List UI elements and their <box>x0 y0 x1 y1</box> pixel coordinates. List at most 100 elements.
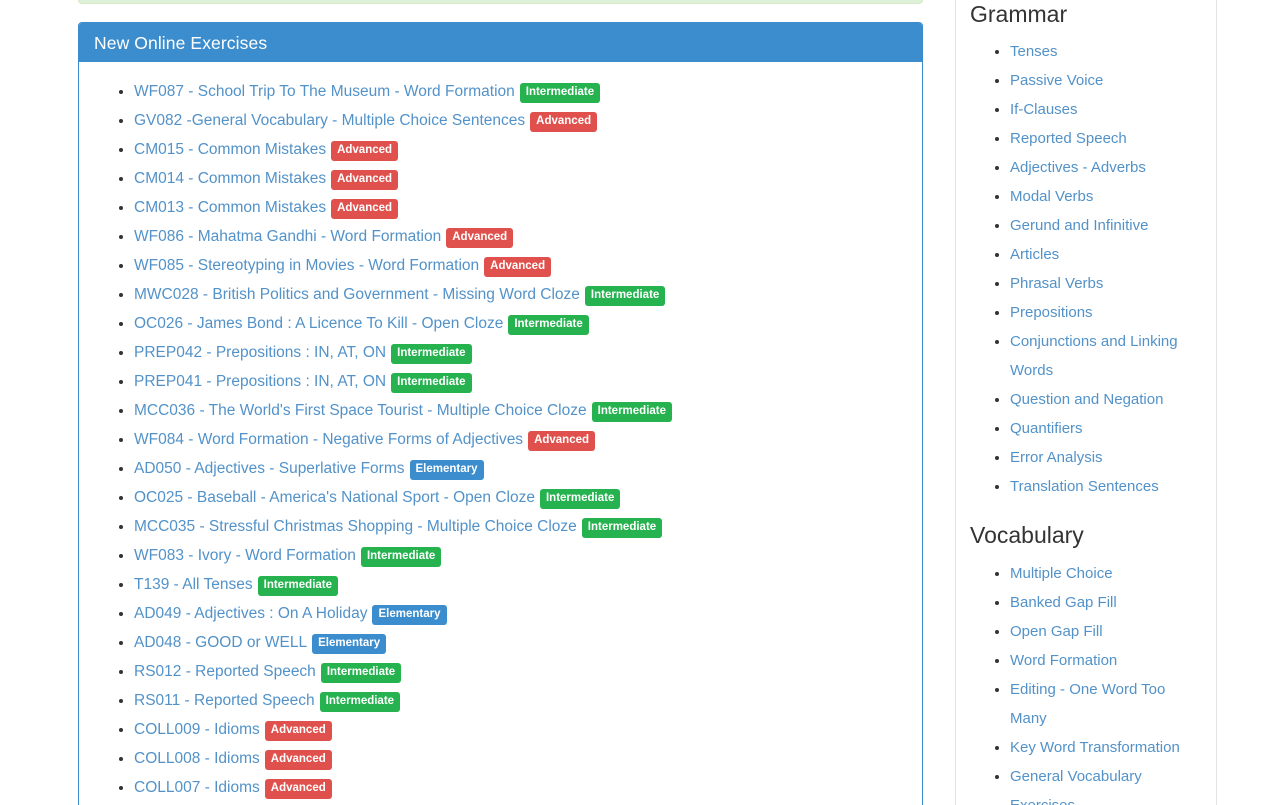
exercise-link[interactable]: GV082 -General Vocabulary - Multiple Cho… <box>134 112 525 129</box>
vocabulary-item-link[interactable]: Open Gap Fill <box>1010 623 1103 640</box>
list-item: Question and Negation <box>1010 385 1202 414</box>
exercise-link[interactable]: PREP041 - Prepositions : IN, AT, ON <box>134 373 386 390</box>
list-item: CM015 - Common Mistakes Advanced <box>134 135 907 164</box>
grammar-item-link[interactable]: Articles <box>1010 246 1059 263</box>
grammar-item-link[interactable]: If-Clauses <box>1010 101 1078 118</box>
exercise-link[interactable]: COLL008 - Idioms <box>134 750 260 767</box>
grammar-item-link[interactable]: Reported Speech <box>1010 130 1127 147</box>
list-item: General Vocabulary Exercises <box>1010 762 1202 805</box>
list-item: Conjunctions and Linking Words <box>1010 327 1202 385</box>
categories-panel-body: Grammar TensesPassive VoiceIf-ClausesRep… <box>956 0 1216 805</box>
vocabulary-item-link[interactable]: Editing - One Word Too Many <box>1010 681 1165 727</box>
grammar-item-link[interactable]: Prepositions <box>1010 304 1093 321</box>
level-badge: Intermediate <box>320 692 400 712</box>
list-item: AD049 - Adjectives : On A HolidayElement… <box>134 599 907 628</box>
exercise-link[interactable]: RS011 - Reported Speech <box>134 692 315 709</box>
grammar-item-link[interactable]: Phrasal Verbs <box>1010 275 1103 292</box>
grammar-item-link[interactable]: Passive Voice <box>1010 72 1103 89</box>
grammar-item-link[interactable]: Error Analysis <box>1010 449 1103 466</box>
list-item: GV082 -General Vocabulary - Multiple Cho… <box>134 106 907 135</box>
level-badge: Intermediate <box>540 489 620 509</box>
list-item: Multiple Choice <box>1010 559 1202 588</box>
level-badge: Advanced <box>331 199 398 219</box>
vocabulary-item-link[interactable]: Multiple Choice <box>1010 565 1113 582</box>
exercise-link[interactable]: WF086 - Mahatma Gandhi - Word Formation <box>134 228 441 245</box>
level-badge: Intermediate <box>321 663 401 683</box>
list-item: PREP041 - Prepositions : IN, AT, ON Inter… <box>134 367 907 396</box>
list-item: AD050 - Adjectives - Superlative FormsEl… <box>134 454 907 483</box>
list-item: AD048 - GOOD or WELLElementary <box>134 628 907 657</box>
list-item: RS011 - Reported Speech Intermediate <box>134 686 907 715</box>
vocabulary-heading: Vocabulary <box>970 523 1202 548</box>
exercise-link[interactable]: CM013 - Common Mistakes <box>134 199 326 216</box>
list-item: Tenses <box>1010 37 1202 66</box>
page-root: New Online Exercises WF087 - School Trip… <box>0 0 1268 805</box>
grammar-item-link[interactable]: Adjectives - Adverbs <box>1010 159 1146 176</box>
list-item: CM014 - Common MistakesAdvanced <box>134 164 907 193</box>
grammar-list: Tenses Passive Voice If-Clauses Reported Sp… <box>970 37 1202 501</box>
list-item: MWC028 - British Politics and Government… <box>134 280 907 309</box>
grammar-item-link[interactable]: Modal Verbs <box>1010 188 1093 205</box>
exercise-link[interactable]: COLL009 - Idioms <box>134 721 260 738</box>
exercise-link[interactable]: RS012 - Reported Speech <box>134 663 316 680</box>
exercise-link[interactable]: MCC035 - Stressful Christmas Shopping - … <box>134 518 577 535</box>
level-badge: Intermediate <box>520 83 600 103</box>
level-badge: Intermediate <box>592 402 672 422</box>
grammar-item-link[interactable]: Question and Negation <box>1010 391 1163 408</box>
grammar-item-link[interactable]: Quantifiers <box>1010 420 1083 437</box>
exercise-link[interactable]: AD049 - Adjectives : On A Holiday <box>134 605 367 622</box>
list-item: RS012 - Reported Speech Intermediate <box>134 657 907 686</box>
level-badge: Advanced <box>265 779 332 799</box>
list-item: Open Gap Fill <box>1010 617 1202 646</box>
level-badge: Intermediate <box>258 576 338 596</box>
exercise-link[interactable]: T139 - All Tenses <box>134 576 253 593</box>
exercise-link[interactable]: WF084 - Word Formation - Negative Forms … <box>134 431 523 448</box>
list-item: Word Formation <box>1010 646 1202 675</box>
exercise-link[interactable]: OC026 - James Bond : A Licence To Kill -… <box>134 315 503 332</box>
level-badge: Intermediate <box>391 373 471 393</box>
exercise-link[interactable]: WF087 - School Trip To The Museum - Word… <box>134 83 515 100</box>
list-item: CM013 - Common Mistakes Advanced <box>134 193 907 222</box>
list-item: WF087 - School Trip To The Museum - Word… <box>134 77 907 106</box>
exercise-link[interactable]: AD050 - Adjectives - Superlative Forms <box>134 460 405 477</box>
grammar-item-link[interactable]: Gerund and Infinitive <box>1010 217 1148 234</box>
list-item: OC026 - James Bond : A Licence To Kill -… <box>134 309 907 338</box>
exercise-link[interactable]: WF085 - Stereotyping in Movies - Word Fo… <box>134 257 479 274</box>
list-item: COLL008 - IdiomsAdvanced <box>134 744 907 773</box>
vocabulary-item-link[interactable]: Word Formation <box>1010 652 1117 669</box>
grammar-item-link[interactable]: Conjunctions and Linking Words <box>1010 333 1178 379</box>
list-item: Adjectives - Adverbs <box>1010 153 1202 182</box>
exercise-link[interactable]: WF083 - Ivory - Word Formation <box>134 547 356 564</box>
list-item: Prepositions <box>1010 298 1202 327</box>
grammar-item-link[interactable]: Tenses <box>1010 43 1058 60</box>
list-item: Quantifiers <box>1010 414 1202 443</box>
exercise-link[interactable]: CM015 - Common Mistakes <box>134 141 326 158</box>
level-badge: Advanced <box>331 141 398 161</box>
exercise-link[interactable]: AD048 - GOOD or WELL <box>134 634 307 651</box>
list-item: PREP042 - Prepositions : IN, AT, ON Inter… <box>134 338 907 367</box>
list-item: COLL009 - Idioms Advanced <box>134 715 907 744</box>
vocabulary-item-link[interactable]: Banked Gap Fill <box>1010 594 1117 611</box>
exercise-link[interactable]: PREP042 - Prepositions : IN, AT, ON <box>134 344 386 361</box>
panel-body: WF087 - School Trip To The Museum - Word… <box>79 62 922 805</box>
vocabulary-item-link[interactable]: Key Word Transformation <box>1010 739 1180 756</box>
level-badge: Advanced <box>484 257 551 277</box>
vocabulary-item-link[interactable]: General Vocabulary Exercises <box>1010 768 1142 805</box>
categories-panel: Grammar TensesPassive VoiceIf-ClausesRep… <box>955 0 1217 805</box>
list-item: MCC036 - The World's First Space Tourist… <box>134 396 907 425</box>
level-badge: Intermediate <box>391 344 471 364</box>
grammar-item-link[interactable]: Translation Sentences <box>1010 478 1159 495</box>
level-badge: Advanced <box>265 721 332 741</box>
list-item: Banked Gap Fill <box>1010 588 1202 617</box>
exercise-link[interactable]: COLL007 - Idioms <box>134 779 260 796</box>
exercise-link[interactable]: OC025 - Baseball - America's National Sp… <box>134 489 535 506</box>
list-item: Gerund and Infinitive <box>1010 211 1202 240</box>
exercise-link[interactable]: CM014 - Common Mistakes <box>134 170 326 187</box>
list-item: T139 - All Tenses Intermediate <box>134 570 907 599</box>
list-item: WF085 - Stereotyping in Movies - Word Fo… <box>134 251 907 280</box>
alert-panel-remnant <box>78 0 923 4</box>
level-badge: Intermediate <box>585 286 665 306</box>
exercise-link[interactable]: MCC036 - The World's First Space Tourist… <box>134 402 587 419</box>
page-title: New Online Exercises <box>94 34 907 52</box>
exercise-link[interactable]: MWC028 - British Politics and Government… <box>134 286 580 303</box>
